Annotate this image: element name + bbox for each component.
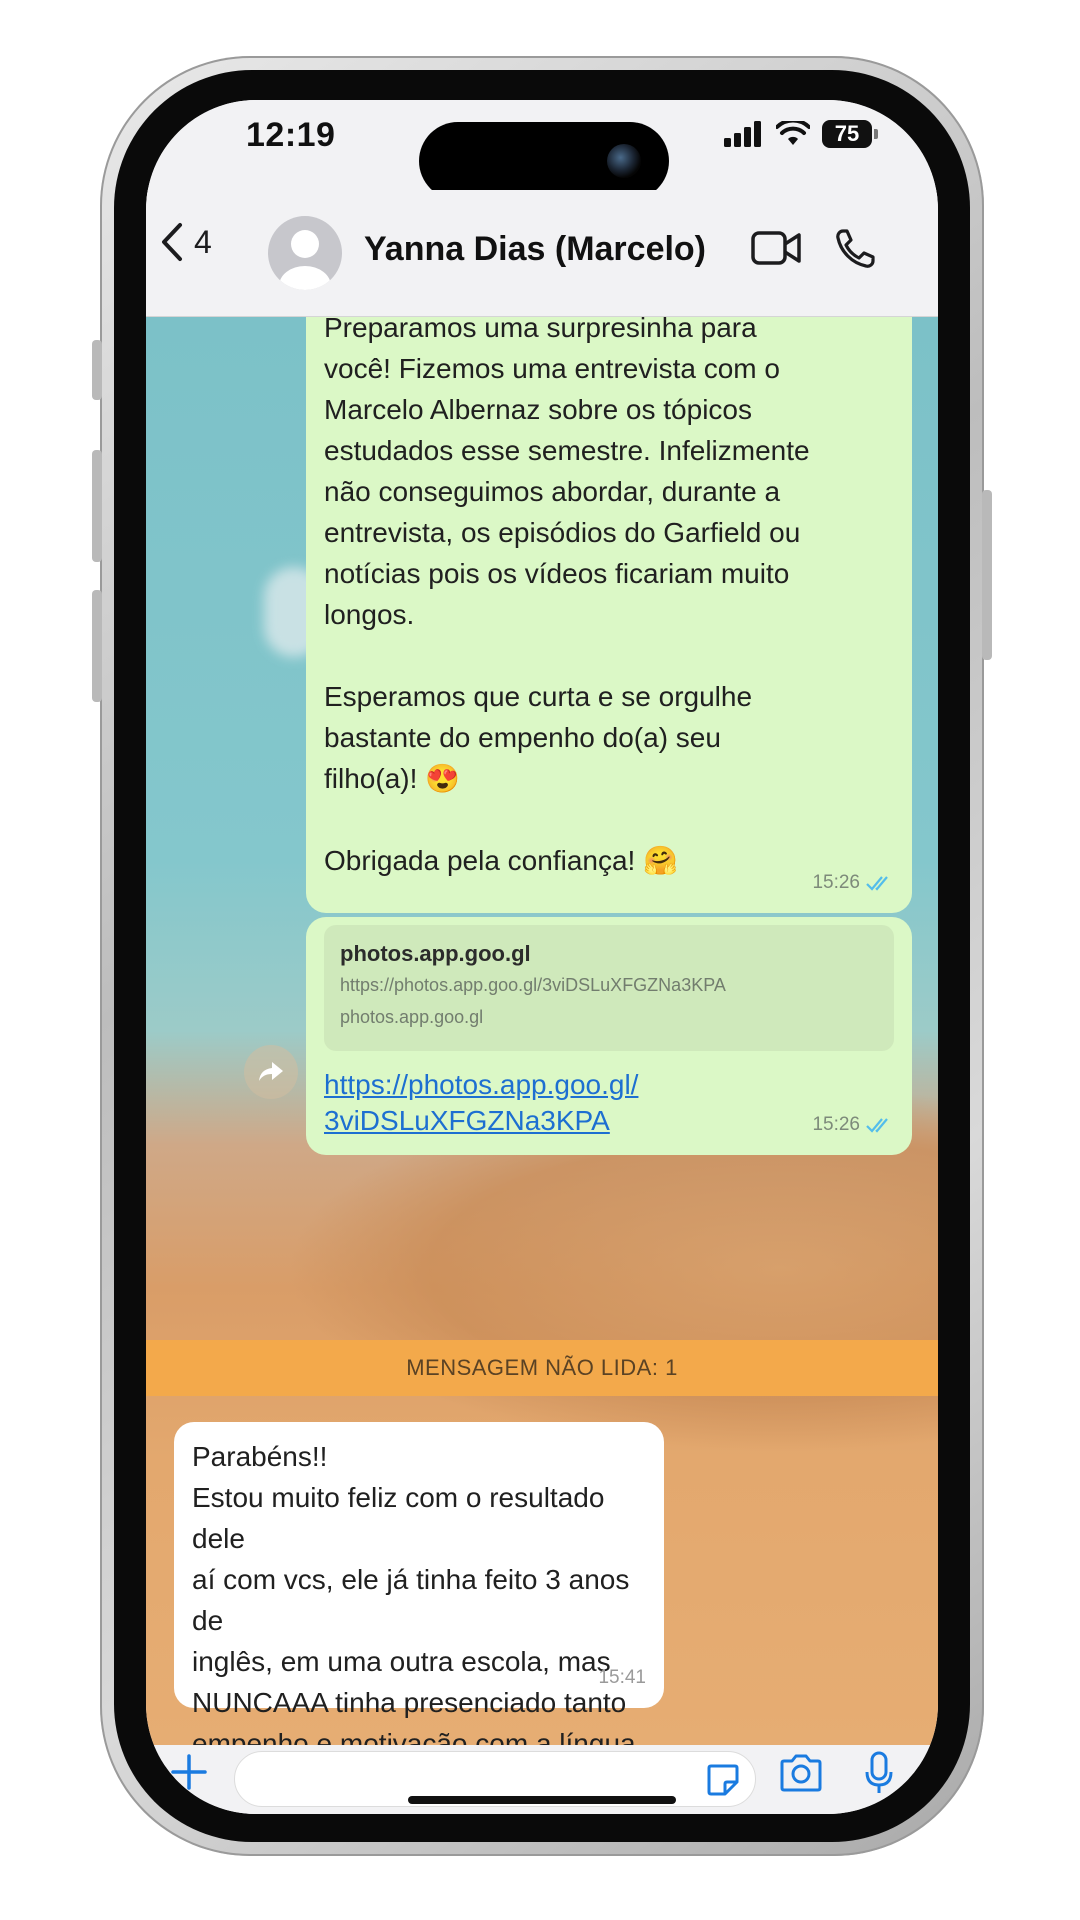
message-meta: 15:26 bbox=[812, 862, 894, 903]
action-button bbox=[92, 340, 102, 400]
volume-up-button bbox=[92, 450, 102, 562]
message-meta: 15:26 bbox=[812, 1104, 894, 1145]
link-preview-domain: photos.app.goo.gl bbox=[340, 1007, 484, 1027]
back-button[interactable]: 4 bbox=[160, 222, 212, 262]
message-link-line-2[interactable]: 3viDSLuXFGZNa3KPA bbox=[324, 1101, 894, 1141]
contact-avatar[interactable] bbox=[268, 216, 342, 290]
wifi-icon bbox=[776, 121, 810, 145]
camera-icon[interactable] bbox=[778, 1753, 824, 1793]
forward-button[interactable] bbox=[244, 1045, 298, 1099]
message-link-line-1[interactable]: https://photos.app.goo.gl/ bbox=[324, 1065, 894, 1105]
incoming-message[interactable]: Parabéns!! Estou muito feliz com o resul… bbox=[174, 1422, 664, 1745]
unread-chats-count: 4 bbox=[194, 223, 212, 260]
phone-call-icon[interactable] bbox=[834, 228, 876, 270]
message-time: 15:26 bbox=[812, 872, 860, 893]
chat-header: 4 Yanna Dias (Marcelo) bbox=[146, 190, 938, 317]
unread-messages-banner: MENSAGEM NÃO LIDA: 1 bbox=[146, 1340, 938, 1396]
mic-icon[interactable] bbox=[864, 1751, 894, 1797]
volume-down-button bbox=[92, 590, 102, 702]
read-receipt-icon bbox=[866, 1117, 888, 1133]
message-link[interactable]: https://photos.app.goo.gl/ 3viDSLuXFGZNa… bbox=[324, 1051, 894, 1141]
link-preview[interactable]: photos.app.goo.gl https://photos.app.goo… bbox=[324, 925, 894, 1051]
contact-name[interactable]: Yanna Dias (Marcelo) bbox=[364, 230, 706, 269]
back-chevron-icon bbox=[162, 223, 182, 261]
power-button bbox=[982, 490, 992, 660]
plus-icon[interactable] bbox=[168, 1751, 210, 1793]
read-receipt-icon bbox=[866, 875, 888, 891]
status-time: 12:19 bbox=[246, 116, 336, 154]
status-bar: 12:19 75 bbox=[146, 100, 938, 200]
sticker-icon[interactable] bbox=[705, 1762, 741, 1798]
battery-icon: 75 bbox=[822, 120, 878, 148]
message-text: Parabéns!! Estou muito feliz com o resul… bbox=[192, 1441, 644, 1745]
video-call-icon[interactable] bbox=[750, 228, 802, 268]
link-preview-title: photos.app.goo.gl bbox=[340, 941, 531, 966]
screen: 12:19 75 4 Yanna Dias (Marcelo) Preparam… bbox=[146, 100, 938, 1814]
signal-icon bbox=[724, 121, 761, 147]
forward-icon bbox=[259, 1062, 283, 1081]
message-text: Preparamos uma surpresinha para você! Fi… bbox=[324, 317, 810, 999]
status-icons: 75 bbox=[724, 120, 878, 148]
dynamic-island bbox=[419, 122, 669, 200]
outgoing-message[interactable]: Preparamos uma surpresinha para você! Fi… bbox=[306, 317, 912, 999]
avatar-icon bbox=[279, 230, 331, 290]
front-camera-icon bbox=[607, 144, 641, 178]
message-meta: 15:41 bbox=[598, 1657, 646, 1698]
message-time: 15:26 bbox=[812, 1114, 860, 1135]
link-preview-url: https://photos.app.goo.gl/3viDSLuXFGZNa3… bbox=[340, 975, 726, 995]
message-time: 15:41 bbox=[598, 1667, 646, 1688]
home-indicator[interactable] bbox=[408, 1796, 676, 1804]
chat-area[interactable]: Preparamos uma surpresinha para você! Fi… bbox=[146, 317, 938, 1745]
outgoing-link-message[interactable]: photos.app.goo.gl https://photos.app.goo… bbox=[306, 917, 912, 1155]
